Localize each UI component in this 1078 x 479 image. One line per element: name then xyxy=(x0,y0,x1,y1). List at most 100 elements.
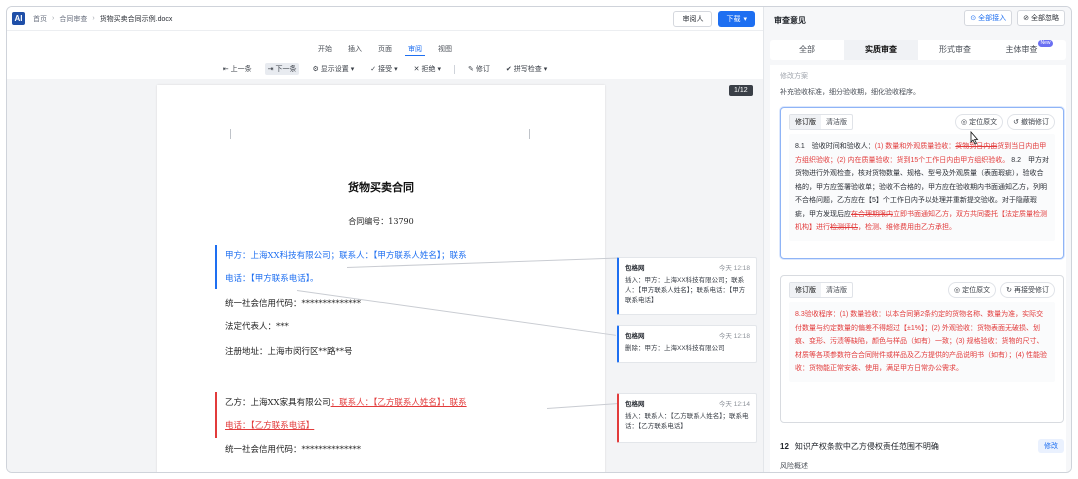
reviewer-button[interactable]: 审阅人 xyxy=(673,11,713,27)
app-window: AI 首页 › 合同审查 › 货物买卖合同示例.docx 审阅人 下载 ▾ 开始… xyxy=(6,6,1072,473)
display-settings-button[interactable]: ⚙ 显示设置 ▾ xyxy=(309,63,357,75)
mode-clean[interactable]: 清洁版 xyxy=(821,283,852,297)
reject-button[interactable]: ✕ 拒绝 ▾ xyxy=(411,63,444,75)
review-toolbar: ⇤ 上一条 ⇥ 下一条 ⚙ 显示设置 ▾ ✓ 接受 ▾ ✕ 拒绝 ▾ ✎ 修订 ✔ 拼写检查 ▾ xyxy=(7,61,763,77)
panel-title: 审查意见 xyxy=(774,16,806,25)
locate-original-button[interactable]: ◎ 定位原文 xyxy=(948,282,997,298)
accept-label: 接受 xyxy=(378,66,393,73)
settings-icon: ⚙ xyxy=(312,66,319,73)
menu-tabs: 开始 插入 页面 审阅 视图 xyxy=(7,43,763,56)
breadcrumb-review[interactable]: 合同审查 xyxy=(59,14,87,24)
next-change-button[interactable]: ⇥ 下一条 xyxy=(264,63,300,75)
tab-review[interactable]: 审阅 xyxy=(405,43,425,56)
target-icon: ◎ xyxy=(954,287,961,294)
spell-check-label: 拼写检查 xyxy=(513,66,542,73)
view-mode-toggle[interactable]: 修订版 清洁版 xyxy=(789,114,853,130)
locate-label: 定位原文 xyxy=(969,119,998,126)
next-label: 下一条 xyxy=(275,66,297,73)
review-panel: 审查意见 ⊙ 全部接入 ⊘ 全部忽略 全部 实质审查 形式审查 主体审查New 修改… xyxy=(763,7,1071,472)
suggestion-text: 8.3验收程序：(1) 数量验收：以本合同第2条约定的货物名称、数量为准，实际交… xyxy=(789,302,1055,382)
comment-time: 今天 12:18 xyxy=(718,333,750,340)
reject-label: 拒绝 xyxy=(421,66,436,73)
text-inserted: 8.3验收程序：(1) 数量验收：以本合同第2条约定的货物名称、数量为准，实际交… xyxy=(795,311,1047,372)
view-mode-toggle[interactable]: 修订版 清洁版 xyxy=(789,282,853,298)
suggestion-card[interactable]: 修订版 清洁版 ◎ 定位原文 ↻ 再接受修订 8.3验收程序：(1) 数量验收：以本… xyxy=(780,275,1064,423)
ignore-all-label: 全部忽略 xyxy=(1031,15,1059,22)
text-inserted: (1) 数量和外观质量验收： xyxy=(874,143,956,150)
tab-subject[interactable]: 主体审查New xyxy=(992,40,1066,60)
breadcrumb-home[interactable]: 首页 xyxy=(33,14,47,24)
locate-original-button[interactable]: ◎ 定位原文 xyxy=(955,114,1004,130)
edit-issue-button[interactable]: 修改 xyxy=(1038,439,1064,453)
comment-author: 包格网 xyxy=(625,333,645,340)
chevron-down-icon: ▾ xyxy=(743,16,747,23)
pointer-cursor-icon xyxy=(970,131,979,145)
party-b-line1[interactable]: 乙方：上海XX家具有限公司；联系人：【乙方联系人姓名】；联系 xyxy=(225,392,467,415)
tab-page[interactable]: 页面 xyxy=(375,43,395,56)
issue-title: 知识产权条款中乙方侵权责任范围不明确 xyxy=(794,441,939,451)
text-segment: 8.1 验收时间和验收人： xyxy=(795,143,875,150)
page-margin-mark xyxy=(529,129,537,139)
spell-check-icon: ✔ xyxy=(505,66,512,73)
prev-change-button[interactable]: ⇤ 上一条 xyxy=(220,63,255,75)
tab-insert[interactable]: 插入 xyxy=(345,43,365,56)
party-b-deleted-contact: ；联系人：【乙方联系人姓名】；联系 xyxy=(330,398,467,408)
issue-row[interactable]: 12 知识产权条款中乙方侵权责任范围不明确 修改 xyxy=(780,439,1064,453)
party-a-line2[interactable]: 电话：【甲方联系电话】。 xyxy=(225,268,319,291)
top-bar: AI 首页 › 合同审查 › 货物买卖合同示例.docx 审阅人 下载 ▾ xyxy=(7,7,763,31)
suggestion-card[interactable]: 修订版 清洁版 ◎ 定位原文 ↺ 撤销修订 8.1 验收时间和验收人：(1) 数量和… xyxy=(780,107,1064,259)
target-icon: ◎ xyxy=(961,119,968,126)
doc-title: 货物买卖合同 xyxy=(348,181,414,194)
reaccept-revision-button[interactable]: ↻ 再接受修订 xyxy=(1000,282,1055,298)
comment-time: 今天 12:14 xyxy=(718,401,750,408)
comment-card[interactable]: 包格网 今天 12:14 插入：联系人：【乙方联系人姓名】；联系电话：【乙方联系电… xyxy=(617,393,757,443)
mode-redline[interactable]: 修订版 xyxy=(790,115,821,129)
edit-icon: ✎ xyxy=(468,66,474,73)
accept-button[interactable]: ✓ 接受 ▾ xyxy=(367,63,400,75)
tab-start[interactable]: 开始 xyxy=(315,43,335,56)
chevron-down-icon: ▾ xyxy=(350,66,355,73)
new-badge: New xyxy=(1038,40,1053,47)
spell-check-button[interactable]: ✔ 拼写检查 ▾ xyxy=(503,63,550,75)
tab-substantive[interactable]: 实质审查 xyxy=(844,40,918,60)
download-label: 下载 xyxy=(726,16,741,23)
text-deleted: 在合理期限内 xyxy=(851,210,893,218)
locate-label: 定位原文 xyxy=(962,287,991,294)
comment-body: 删除：甲方：上海XX科技有限公司 xyxy=(625,345,725,352)
issue-number: 12 xyxy=(780,441,789,451)
change-bar-insert xyxy=(215,245,217,289)
page-indicator: 1/12 xyxy=(729,85,753,96)
download-button[interactable]: 下载 ▾ xyxy=(718,11,755,27)
tab-formal[interactable]: 形式审查 xyxy=(918,40,992,60)
comment-card[interactable]: 包格网 今天 12:18 插入：甲方：上海XX科技有限公司；联系人：【甲方联系人姓… xyxy=(617,257,757,315)
comment-body: 插入：甲方：上海XX科技有限公司；联系人：【甲方联系人姓名】；联系电话：【甲方联… xyxy=(625,277,746,304)
accept-all-label: 全部接入 xyxy=(978,15,1007,22)
panel-tabs: 全部 实质审查 形式审查 主体审查New xyxy=(770,40,1066,60)
redo-icon: ↻ xyxy=(1006,287,1012,294)
undo-label: 撤销修订 xyxy=(1021,119,1049,126)
breadcrumb-file: 货物买卖合同示例.docx xyxy=(99,15,173,23)
ignore-all-button[interactable]: ⊘ 全部忽略 xyxy=(1017,10,1065,26)
prev-label: 上一条 xyxy=(230,66,252,73)
party-b-line2[interactable]: 电话：【乙方联系电话】 xyxy=(225,415,314,438)
undo-icon: ↺ xyxy=(1013,119,1019,126)
display-settings-label: 显示设置 xyxy=(320,66,349,73)
comment-body: 插入：联系人：【乙方联系人姓名】；联系电话：【乙方联系电话】 xyxy=(625,413,749,430)
next-icon: ⇥ xyxy=(267,66,274,73)
mode-redline[interactable]: 修订版 xyxy=(790,283,821,297)
section-label: 修改方案 xyxy=(780,73,808,80)
comment-author: 包格网 xyxy=(625,265,645,272)
text-segment: 8.2 甲方对货物进行外观检查，核对货物数量、规格、型号及外观质量（表面瑕疵），… xyxy=(795,156,1049,218)
undo-revision-button[interactable]: ↺ 撤销修订 xyxy=(1007,114,1055,130)
panel-content: 修改方案 补充验收标准，细分验收期，细化验收程序。 修订版 清洁版 ◎ 定位原文 … xyxy=(770,65,1066,472)
document-page: 货物买卖合同 合同编号：13790 甲方：上海XX科技有限公司；联系人：【甲方联… xyxy=(157,85,605,472)
mode-clean[interactable]: 清洁版 xyxy=(821,115,852,129)
accept-all-button[interactable]: ⊙ 全部接入 xyxy=(964,10,1013,26)
track-changes-button[interactable]: ✎ 修订 xyxy=(465,63,493,75)
contract-number: 合同编号：13790 xyxy=(348,217,414,226)
ban-icon: ⊘ xyxy=(1023,15,1029,22)
text-inserted: ，检测、维修费用由乙方承担。 xyxy=(858,224,956,231)
comment-card[interactable]: 包格网 今天 12:18 删除：甲方：上海XX科技有限公司 xyxy=(617,325,757,363)
tab-all[interactable]: 全部 xyxy=(770,40,844,60)
tab-view[interactable]: 视图 xyxy=(435,43,455,56)
